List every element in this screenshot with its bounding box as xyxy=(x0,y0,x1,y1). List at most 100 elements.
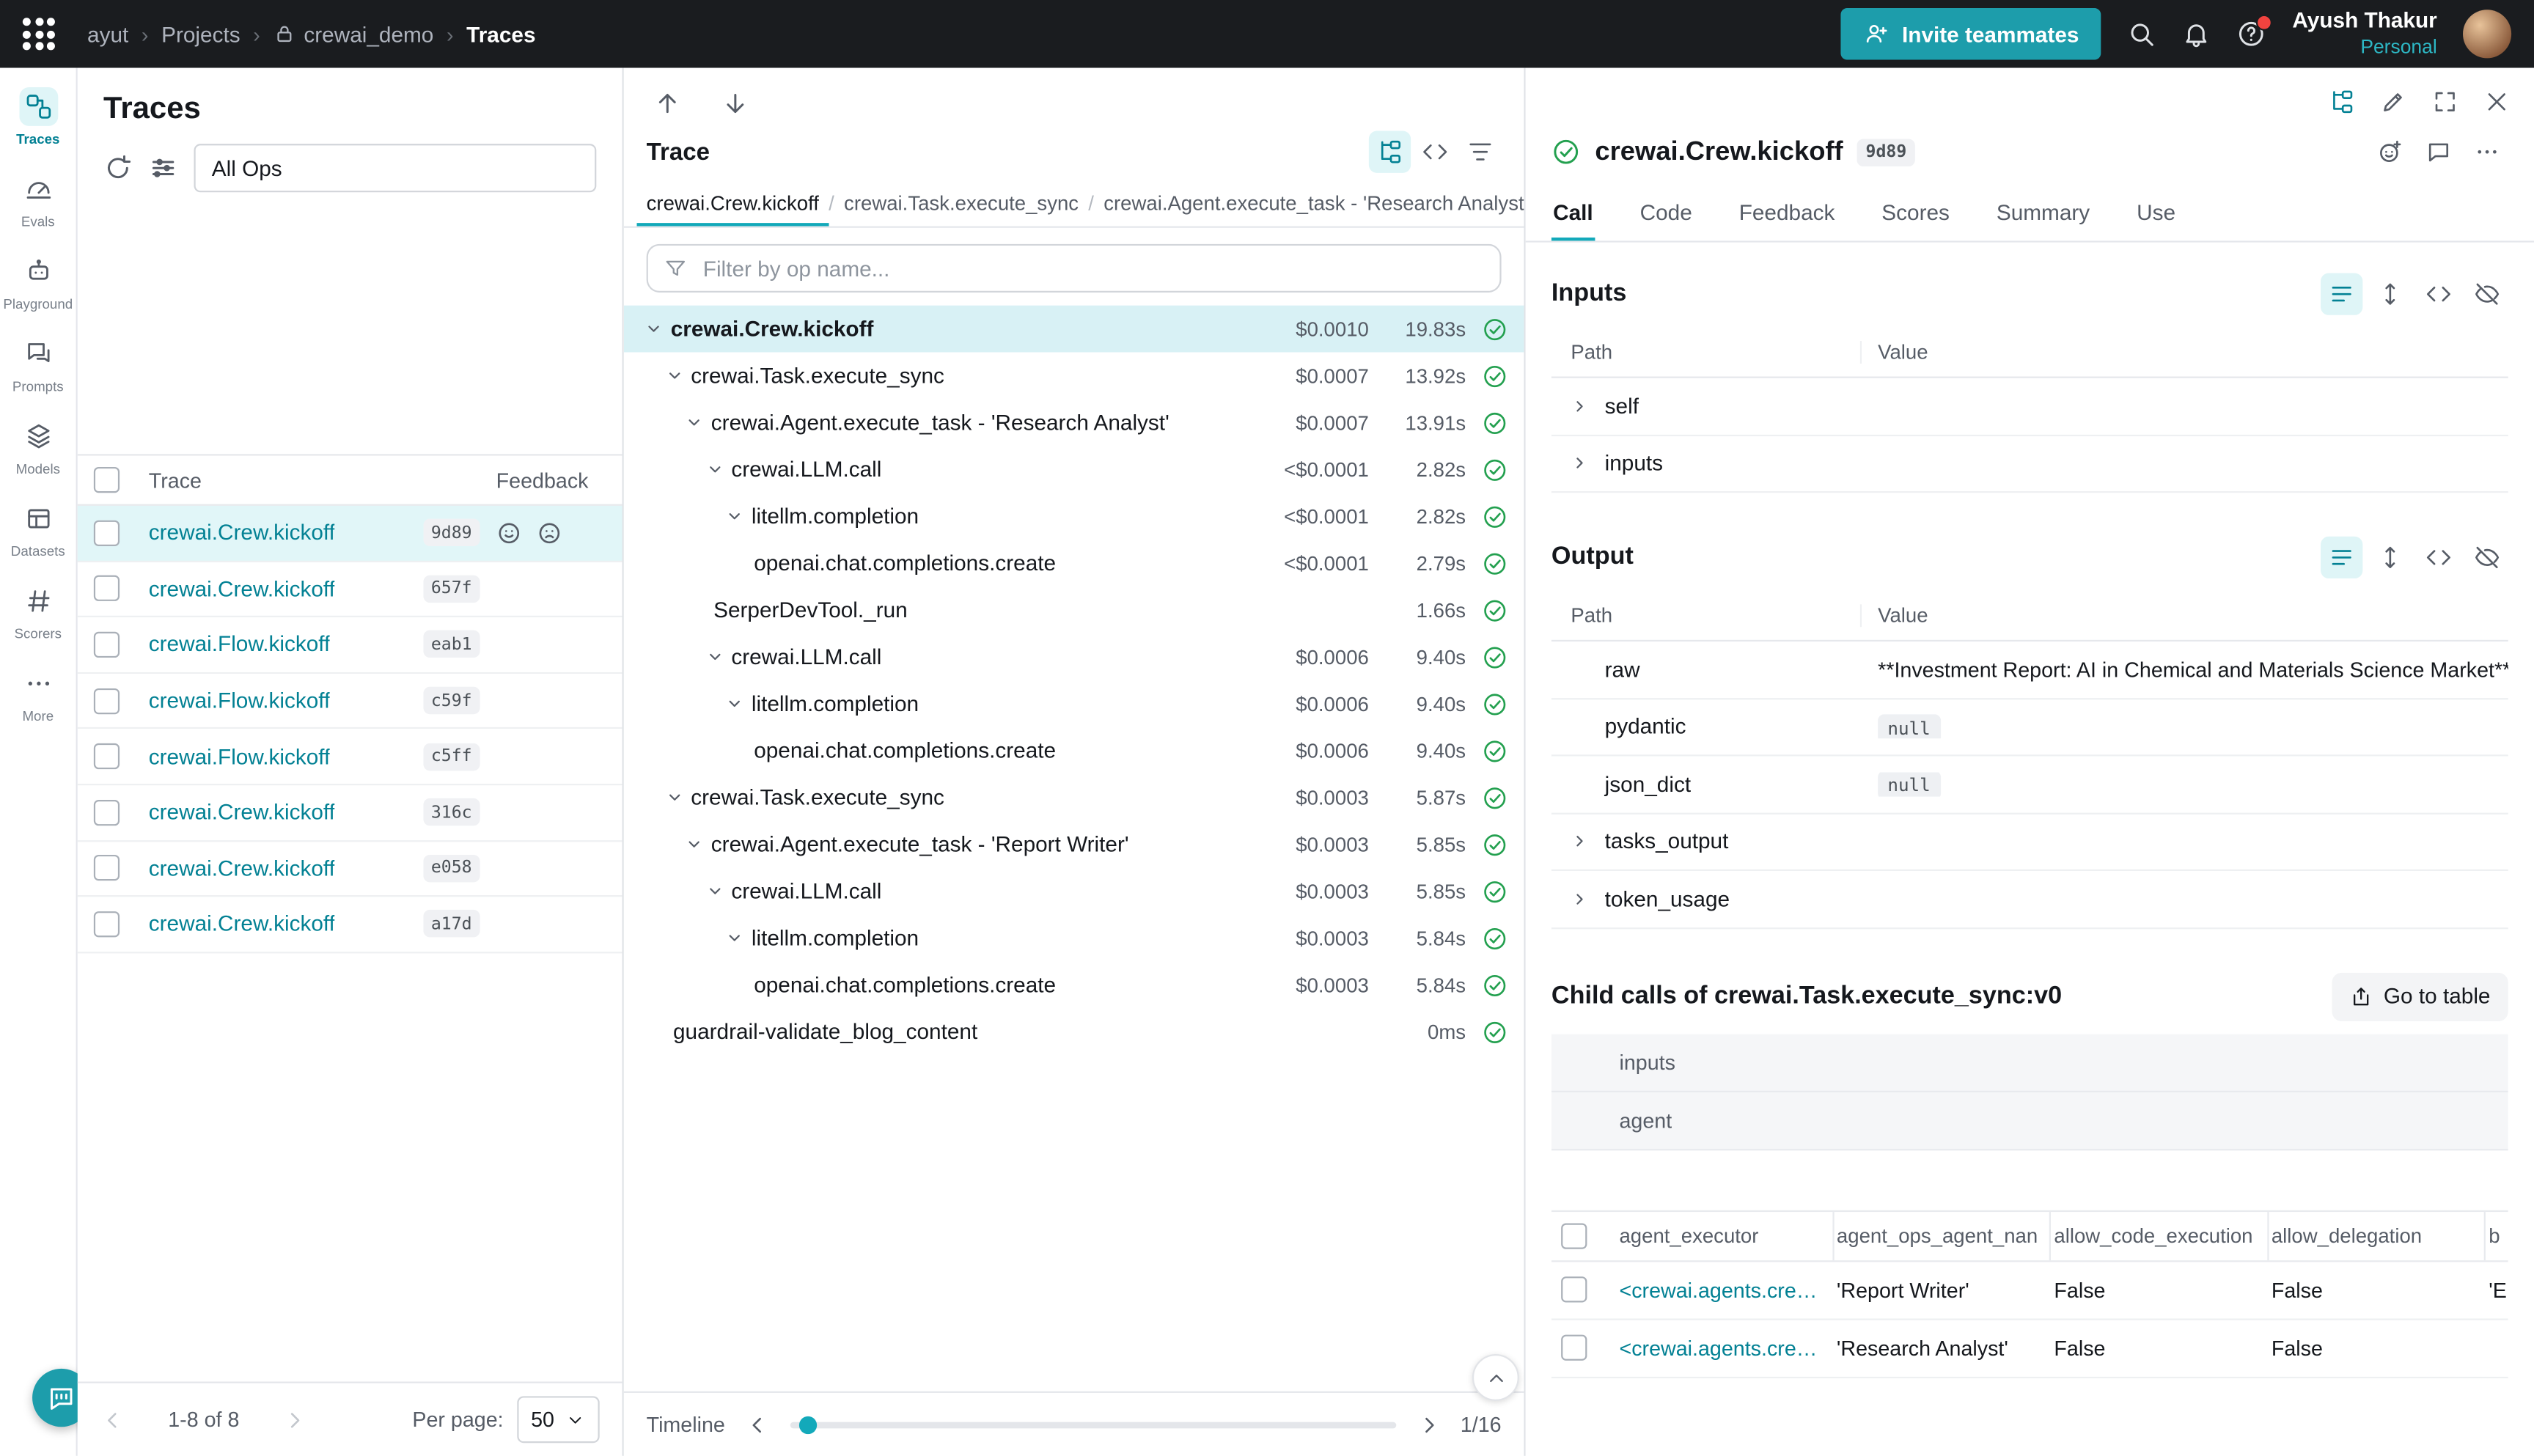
expand-chevron-icon[interactable] xyxy=(1571,455,1596,472)
edit-button[interactable] xyxy=(2373,81,2414,122)
kv-path-cell[interactable]: self xyxy=(1551,394,1862,418)
call-tree-row[interactable]: openai.chat.completions.create $0.0003 5… xyxy=(624,961,1524,1008)
sidebar-item-models[interactable]: Models xyxy=(1,407,75,489)
child-call-link[interactable]: <crewai.agents.cre… xyxy=(1616,1277,1833,1301)
trace-table-row[interactable]: crewai.Flow.kickoff c59f xyxy=(78,674,623,729)
trace-table-row[interactable]: crewai.Crew.kickoff e058 xyxy=(78,841,623,897)
sidebar-item-prompts[interactable]: Prompts xyxy=(1,325,75,407)
smiley-feedback-icon[interactable] xyxy=(496,520,522,545)
json-view-button[interactable] xyxy=(2417,537,2459,578)
trace-link[interactable]: crewai.Flow.kickoff xyxy=(149,633,331,657)
trace-link[interactable]: crewai.Crew.kickoff xyxy=(149,577,335,601)
frowny-feedback-icon[interactable] xyxy=(537,520,562,545)
call-tree-row[interactable]: SerperDevTool._run 1.66s xyxy=(624,587,1524,633)
kv-path-cell[interactable]: tasks_output xyxy=(1551,829,1862,853)
expand-rows-button[interactable] xyxy=(2369,273,2411,315)
breadcrumb-projects[interactable]: Projects xyxy=(161,22,240,46)
kv-path-cell[interactable]: pydantic xyxy=(1551,715,1862,739)
tree-view-button[interactable] xyxy=(1369,131,1411,173)
call-tree-row[interactable]: litellm.completion <$0.0001 2.82s xyxy=(624,493,1524,540)
row-checkbox[interactable] xyxy=(94,800,120,826)
row-checkbox[interactable] xyxy=(94,911,120,937)
list-view-button[interactable] xyxy=(2321,537,2362,578)
expand-chevron-icon[interactable] xyxy=(1571,890,1596,908)
trace-link[interactable]: crewai.Crew.kickoff xyxy=(149,856,335,880)
trace-link[interactable]: crewai.Flow.kickoff xyxy=(149,744,331,768)
call-tree-row[interactable]: crewai.Task.execute_sync $0.0003 5.87s xyxy=(624,774,1524,821)
row-checkbox[interactable] xyxy=(94,576,120,602)
help-icon[interactable] xyxy=(2237,19,2266,48)
call-tree-row[interactable]: crewai.Agent.execute_task - 'Report Writ… xyxy=(624,821,1524,868)
flame-view-button[interactable] xyxy=(1459,131,1501,173)
refresh-icon[interactable] xyxy=(103,153,133,183)
fullscreen-button[interactable] xyxy=(2424,81,2466,122)
trace-table-row[interactable]: crewai.Flow.kickoff c5ff xyxy=(78,729,623,785)
trace-link[interactable]: crewai.Crew.kickoff xyxy=(149,801,335,825)
hide-values-button[interactable] xyxy=(2466,537,2508,578)
hide-values-button[interactable] xyxy=(2466,273,2508,315)
prev-page-icon[interactable] xyxy=(100,1407,126,1433)
sidebar-item-scorers[interactable]: Scorers xyxy=(1,572,75,654)
user-menu[interactable]: Ayush Thakur Personal xyxy=(2292,8,2436,59)
call-tree-row[interactable]: crewai.LLM.call <$0.0001 2.82s xyxy=(624,446,1524,493)
trace-link[interactable]: crewai.Crew.kickoff xyxy=(149,912,335,936)
sidebar-item-playground[interactable]: Playground xyxy=(1,243,75,325)
next-call-button[interactable] xyxy=(714,82,756,124)
go-to-table-button[interactable]: Go to table xyxy=(2332,972,2508,1021)
trace-path-tab[interactable]: crewai.Task.execute_sync xyxy=(834,180,1088,227)
tree-chevron-icon[interactable] xyxy=(686,413,711,431)
avatar[interactable] xyxy=(2463,10,2511,58)
row-checkbox[interactable] xyxy=(1561,1335,1587,1361)
kv-path-cell[interactable]: inputs xyxy=(1551,451,1862,475)
call-tree-row[interactable]: openai.chat.completions.create <$0.0001 … xyxy=(624,540,1524,587)
next-page-icon[interactable] xyxy=(282,1407,307,1433)
wandb-logo[interactable] xyxy=(23,18,55,50)
call-tree-row[interactable]: openai.chat.completions.create $0.0006 9… xyxy=(624,727,1524,774)
sidebar-item-more[interactable]: More xyxy=(1,655,75,737)
trace-link[interactable]: crewai.Crew.kickoff xyxy=(149,521,335,545)
expand-chevron-icon[interactable] xyxy=(1571,397,1596,415)
call-tree-row[interactable]: guardrail-validate_blog_content 0ms xyxy=(624,1008,1524,1055)
sidebar-item-datasets[interactable]: Datasets xyxy=(1,490,75,572)
notifications-bell-icon[interactable] xyxy=(2183,19,2212,48)
per-page-select[interactable]: 50 xyxy=(516,1396,599,1443)
tree-chevron-icon[interactable] xyxy=(726,695,752,713)
call-tree-row[interactable]: crewai.Agent.execute_task - 'Research An… xyxy=(624,399,1524,446)
call-tree-row[interactable]: litellm.completion $0.0006 9.40s xyxy=(624,680,1524,727)
timeline-slider[interactable] xyxy=(790,1421,1396,1427)
tree-chevron-icon[interactable] xyxy=(705,648,731,666)
breadcrumb-org[interactable]: ayut xyxy=(87,22,128,46)
call-tree-row[interactable]: litellm.completion $0.0003 5.84s xyxy=(624,915,1524,962)
call-tree-row[interactable]: crewai.LLM.call $0.0006 9.40s xyxy=(624,633,1524,680)
trace-table-row[interactable]: crewai.Crew.kickoff 9d89 xyxy=(78,506,623,562)
trace-table-row[interactable]: crewai.Crew.kickoff a17d xyxy=(78,897,623,953)
search-icon[interactable] xyxy=(2128,19,2157,48)
trace-link[interactable]: crewai.Flow.kickoff xyxy=(149,688,331,713)
kv-path-cell[interactable]: raw xyxy=(1551,658,1862,682)
close-panel-button[interactable] xyxy=(2476,81,2518,122)
trace-table-row[interactable]: crewai.Flow.kickoff eab1 xyxy=(78,617,623,673)
row-checkbox[interactable] xyxy=(94,632,120,658)
tab-code[interactable]: Code xyxy=(1638,185,1694,240)
tab-summary[interactable]: Summary xyxy=(1995,185,2092,240)
timeline-prev-icon[interactable] xyxy=(744,1411,770,1437)
show-tree-button[interactable] xyxy=(2321,81,2362,122)
call-tree-row[interactable]: crewai.Task.execute_sync $0.0007 13.92s xyxy=(624,352,1524,399)
trace-path-tab[interactable]: crewai.Crew.kickoff xyxy=(636,180,829,227)
trace-table-row[interactable]: crewai.Crew.kickoff 657f xyxy=(78,562,623,617)
code-view-button[interactable] xyxy=(1414,131,1456,173)
tab-feedback[interactable]: Feedback xyxy=(1737,185,1836,240)
tree-chevron-icon[interactable] xyxy=(665,367,691,384)
breadcrumb-page[interactable]: Traces xyxy=(466,22,535,46)
tree-chevron-icon[interactable] xyxy=(705,460,731,478)
expand-chevron-icon[interactable] xyxy=(1571,833,1596,850)
call-tree-row[interactable]: crewai.Crew.kickoff $0.0010 19.83s xyxy=(624,306,1524,353)
timeline-slider-knob[interactable] xyxy=(799,1416,817,1433)
child-table-row[interactable]: <crewai.agents.cre…'Research Analyst'Fal… xyxy=(1551,1320,2508,1378)
child-call-link[interactable]: <crewai.agents.cre… xyxy=(1616,1336,1833,1360)
add-reaction-button[interactable] xyxy=(2369,131,2411,173)
tree-chevron-icon[interactable] xyxy=(726,929,752,946)
json-view-button[interactable] xyxy=(2417,273,2459,315)
kv-path-cell[interactable]: json_dict xyxy=(1551,772,1862,796)
filter-settings-icon[interactable] xyxy=(149,153,178,183)
